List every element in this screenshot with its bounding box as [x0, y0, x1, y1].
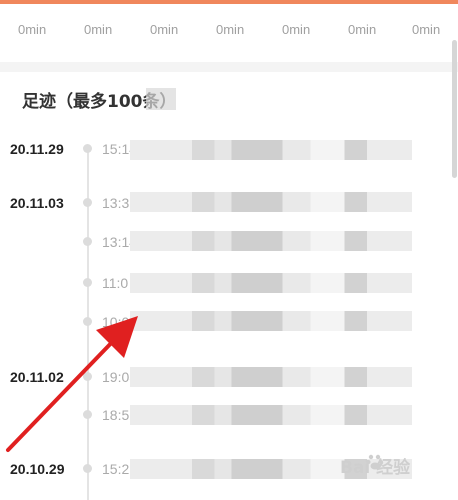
duration-cell: 0min — [282, 22, 311, 37]
duration-cell: 0min — [412, 22, 441, 37]
date-label: 20.11.03 — [10, 195, 64, 211]
blurred-footprint-item[interactable] — [130, 367, 412, 387]
duration-cell: 0min — [84, 22, 113, 37]
blurred-footprint-item[interactable] — [130, 273, 412, 293]
date-label: 20.11.29 — [10, 141, 64, 157]
blurred-footprint-item[interactable] — [130, 192, 412, 212]
blurred-footprint-item[interactable] — [130, 311, 412, 331]
blurred-footprint-item[interactable] — [130, 231, 412, 251]
duration-cell: 0min — [18, 22, 47, 37]
date-label: 20.10.29 — [10, 461, 65, 477]
blurred-footprint-item[interactable] — [130, 140, 412, 160]
timeline-dot — [83, 464, 92, 473]
duration-cell: 0min — [150, 22, 179, 37]
visit-time: 15:2 — [102, 461, 130, 477]
visit-time: 13:3 — [102, 195, 130, 211]
annotation-arrow — [6, 316, 138, 452]
watermark-text: Bai 经验 — [340, 458, 411, 478]
duration-cell: 0min — [216, 22, 245, 37]
timeline-dot — [83, 144, 92, 153]
duration-strip: 0min 0min 0min 0min 0min 0min 0min — [0, 4, 458, 62]
visit-time: 11:0 — [102, 275, 129, 291]
timeline-dot — [83, 237, 92, 246]
timeline-dot — [83, 278, 92, 287]
section-divider — [0, 62, 458, 72]
timeline-dot — [83, 198, 92, 207]
blurred-footprint-item[interactable] — [130, 405, 412, 425]
footprint-screen: 0min 0min 0min 0min 0min 0min 0min 足迹（最多… — [0, 0, 458, 500]
blurred-region — [146, 88, 176, 110]
scrollbar[interactable] — [452, 40, 457, 178]
duration-cell: 0min — [348, 22, 377, 37]
